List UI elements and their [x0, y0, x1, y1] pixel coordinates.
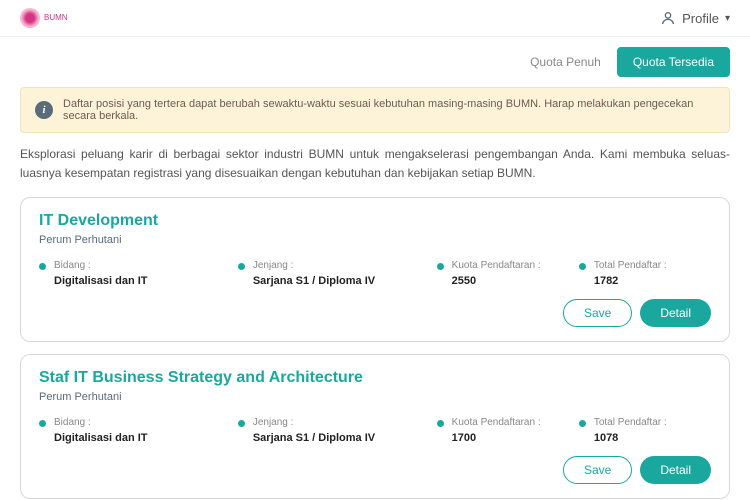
field-label: Bidang :	[54, 417, 148, 428]
field-kuota: 2550	[452, 275, 541, 287]
card-actions: Save Detail	[39, 456, 711, 484]
detail-button[interactable]: Detail	[640, 456, 711, 484]
field-label: Bidang :	[54, 260, 148, 271]
field-jenjang: Sarjana S1 / Diploma IV	[253, 432, 375, 444]
job-card: Staf IT Business Strategy and Architectu…	[20, 354, 730, 499]
field-total: 1782	[594, 275, 667, 287]
save-button[interactable]: Save	[563, 299, 632, 327]
bullet-icon	[39, 420, 46, 427]
profile-label: Profile	[682, 11, 719, 26]
field-label: Total Pendaftar :	[594, 260, 667, 271]
job-company: Perum Perhutani	[39, 391, 711, 403]
bullet-icon	[437, 263, 444, 270]
field-bidang: Digitalisasi dan IT	[54, 432, 148, 444]
intro-text: Eksplorasi peluang karir di berbagai sek…	[0, 145, 750, 197]
info-alert: i Daftar posisi yang tertera dapat berub…	[20, 87, 730, 133]
logo-text: BUMN	[44, 14, 68, 22]
field-label: Kuota Pendaftaran :	[452, 260, 541, 271]
job-title[interactable]: Staf IT Business Strategy and Architectu…	[39, 369, 711, 387]
field-bidang: Digitalisasi dan IT	[54, 275, 148, 287]
field-label: Kuota Pendaftaran :	[452, 417, 541, 428]
job-fields: Bidang : Digitalisasi dan IT Jenjang : Sar…	[39, 417, 711, 444]
profile-menu[interactable]: Profile ▾	[660, 10, 730, 26]
chevron-down-icon: ▾	[725, 13, 730, 24]
bullet-icon	[39, 263, 46, 270]
field-kuota: 1700	[452, 432, 541, 444]
tab-quota-available[interactable]: Quota Tersedia	[617, 47, 730, 77]
bullet-icon	[437, 420, 444, 427]
field-total: 1078	[594, 432, 667, 444]
field-label: Jenjang :	[253, 260, 375, 271]
profile-icon	[660, 10, 676, 26]
job-title[interactable]: IT Development	[39, 212, 711, 230]
bullet-icon	[579, 420, 586, 427]
bullet-icon	[238, 420, 245, 427]
field-label: Total Pendaftar :	[594, 417, 667, 428]
detail-button[interactable]: Detail	[640, 299, 711, 327]
tab-quota-full[interactable]: Quota Penuh	[514, 47, 617, 77]
logo[interactable]: BUMN	[20, 8, 68, 28]
save-button[interactable]: Save	[563, 456, 632, 484]
job-company: Perum Perhutani	[39, 234, 711, 246]
info-icon: i	[35, 101, 53, 119]
logo-icon	[20, 8, 40, 28]
job-fields: Bidang : Digitalisasi dan IT Jenjang : Sar…	[39, 260, 711, 287]
field-label: Jenjang :	[253, 417, 375, 428]
card-actions: Save Detail	[39, 299, 711, 327]
field-jenjang: Sarjana S1 / Diploma IV	[253, 275, 375, 287]
alert-text: Daftar posisi yang tertera dapat berubah…	[63, 98, 715, 122]
header: BUMN Profile ▾	[0, 0, 750, 37]
bullet-icon	[238, 263, 245, 270]
bullet-icon	[579, 263, 586, 270]
tabs: Quota Penuh Quota Tersedia	[0, 37, 750, 87]
job-card: IT Development Perum Perhutani Bidang : D…	[20, 197, 730, 342]
